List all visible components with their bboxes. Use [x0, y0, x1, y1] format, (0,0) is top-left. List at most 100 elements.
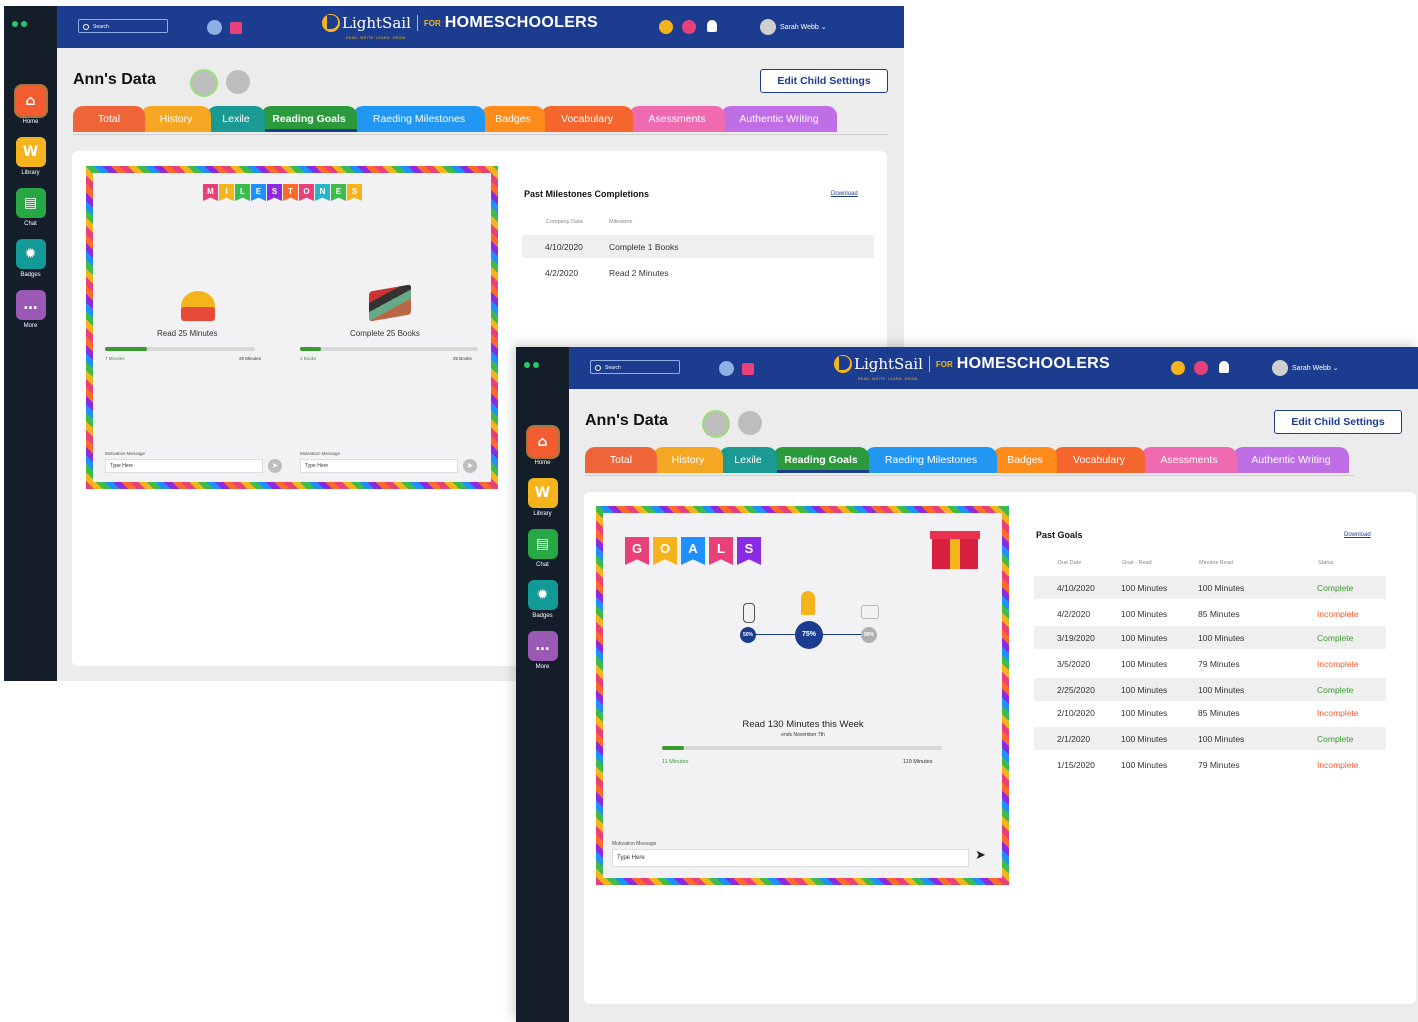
tab-history[interactable]: History: [141, 106, 211, 132]
tab-reading-goals[interactable]: Reading Goals: [261, 106, 357, 132]
sidebar-item-more[interactable]: … More: [4, 290, 57, 329]
edit-child-settings-button[interactable]: Edit Child Settings: [760, 69, 888, 93]
sidebar-item-home[interactable]: ⌂ Home: [4, 86, 57, 125]
tab-raeding-milestones[interactable]: Raeding Milestones: [865, 447, 997, 473]
tab-bar: Total History Lexile Reading Goals Raeding M…: [585, 447, 1349, 475]
download-link[interactable]: Download: [831, 191, 858, 197]
tab-badges[interactable]: Badges: [481, 106, 545, 132]
bell-icon[interactable]: [707, 20, 717, 32]
sidebar-item-chat[interactable]: ▤ Chat: [516, 529, 569, 568]
book-icon[interactable]: [1171, 361, 1185, 375]
search-input[interactable]: Search: [78, 19, 168, 33]
search-input[interactable]: Search: [590, 360, 680, 374]
sidebar-item-badges[interactable]: ✹ Badges: [4, 239, 57, 278]
tab-vocabulary[interactable]: Vocabulary: [1053, 447, 1145, 473]
child-avatar[interactable]: [738, 411, 762, 435]
tab-lexile[interactable]: Lexile: [207, 106, 265, 132]
tab-authentic-writing[interactable]: Authentic Writing: [721, 106, 837, 132]
window-dots: [12, 14, 30, 32]
globe-icon[interactable]: [719, 361, 734, 376]
row-date: 4/2/2020: [545, 268, 579, 278]
brand-for: FOR: [935, 359, 953, 369]
badge-icon: ✹: [527, 580, 558, 610]
tab-vocabulary[interactable]: Vocabulary: [541, 106, 633, 132]
goals-banner: GOALS: [625, 537, 765, 565]
goal-node-75: 75%: [795, 621, 823, 649]
send-icon[interactable]: ➤: [268, 459, 282, 473]
user-menu[interactable]: Sarah Webb ⌄: [1272, 360, 1339, 377]
progress-target: 119 Minutes: [903, 759, 933, 765]
tab-total[interactable]: Total: [73, 106, 145, 132]
tab-asessments[interactable]: Asessments: [629, 106, 725, 132]
row-date: 4/10/2020: [545, 242, 583, 252]
sidebar-item-badges[interactable]: ✹ Badges: [516, 580, 569, 619]
motivation-input[interactable]: Type Here: [300, 459, 458, 473]
row-date: 3/19/2020: [1057, 633, 1095, 643]
flying-icon: [861, 605, 879, 619]
book-icon[interactable]: [659, 20, 673, 34]
row-status: Complete: [1317, 734, 1354, 744]
progress-current: 3 Books: [300, 356, 317, 361]
table-row: 2/1/2020 100 Minutes 100 Minutes Complete: [1034, 727, 1386, 750]
tab-lexile[interactable]: Lexile: [719, 447, 777, 473]
row-milestone: Read 2 Minutes: [609, 268, 669, 278]
tab-reading-goals[interactable]: Reading Goals: [773, 447, 869, 473]
motivation-input[interactable]: Type Here: [105, 459, 263, 473]
tab-asessments[interactable]: Asessments: [1141, 447, 1237, 473]
progress-current: 11 Minutes: [662, 759, 689, 765]
sidebar-item-home[interactable]: ⌂ Home: [516, 427, 569, 466]
row-goal: 100 Minutes: [1121, 633, 1168, 643]
tab-history[interactable]: History: [653, 447, 723, 473]
globe-icon[interactable]: [207, 20, 222, 35]
flag-icon[interactable]: [230, 22, 242, 34]
send-icon[interactable]: ➤: [975, 848, 986, 863]
trophy-icon[interactable]: [1194, 361, 1208, 375]
banner-flag: E: [331, 184, 346, 201]
past-milestones-title: Past Milestones Completions: [524, 189, 650, 199]
user-menu[interactable]: Sarah Webb ⌄: [760, 19, 827, 36]
progress-track: [662, 746, 942, 750]
sidebar-item-library[interactable]: W Library: [4, 137, 57, 176]
motivation-input[interactable]: Type Here: [612, 849, 969, 867]
tab-total[interactable]: Total: [585, 447, 657, 473]
lightsail-logo-icon: [834, 355, 852, 373]
milestone-label: Read 25 Minutes: [157, 329, 218, 338]
sidebar-item-more[interactable]: … More: [516, 631, 569, 670]
column-header: Minutes Read: [1199, 560, 1233, 566]
row-milestone: Complete 1 Books: [609, 242, 679, 252]
sidebar-item-label: Home: [22, 119, 39, 125]
banner-flag: O: [653, 537, 677, 565]
row-status: Complete: [1317, 633, 1354, 643]
tab-authentic-writing[interactable]: Authentic Writing: [1233, 447, 1349, 473]
home-icon: ⌂: [527, 427, 558, 457]
brand-logo: LightSail FOR HOMESCHOOLERS READ. WRITE. L…: [322, 14, 598, 42]
send-icon[interactable]: ➤: [463, 459, 477, 473]
child-avatar-selected[interactable]: [190, 69, 218, 97]
goal-node-90: 90%: [861, 627, 877, 643]
child-avatar[interactable]: [226, 70, 250, 94]
sidebar-item-label: Library: [533, 511, 552, 517]
tab-raeding-milestones[interactable]: Raeding Milestones: [353, 106, 485, 132]
left-sidebar: ⌂ Home W Library ▤ Chat ✹ Badges … More: [516, 347, 569, 1022]
table-row: 4/10/2020 100 Minutes 100 Minutes Complete: [1034, 576, 1386, 599]
tab-badges[interactable]: Badges: [993, 447, 1057, 473]
child-avatar-selected[interactable]: [702, 410, 730, 438]
row-minutes-read: 100 Minutes: [1198, 633, 1245, 643]
edit-child-settings-button[interactable]: Edit Child Settings: [1274, 410, 1402, 434]
row-goal: 100 Minutes: [1121, 734, 1168, 744]
table-row: 4/10/2020 Complete 1 Books: [522, 235, 874, 258]
download-link[interactable]: Download: [1344, 532, 1371, 538]
row-minutes-read: 100 Minutes: [1198, 583, 1245, 593]
sidebar-item-chat[interactable]: ▤ Chat: [4, 188, 57, 227]
window-dots: [524, 355, 542, 373]
trophy-icon[interactable]: [682, 20, 696, 34]
user-name: Sarah Webb ⌄: [780, 23, 827, 31]
progress-target: 25 Books: [453, 356, 472, 361]
flag-icon[interactable]: [742, 363, 754, 375]
boy-icon: [743, 603, 755, 623]
sidebar-item-library[interactable]: W Library: [516, 478, 569, 517]
bell-icon[interactable]: [1219, 361, 1229, 373]
sidebar-item-label: Library: [21, 170, 40, 176]
rocket-icon: [801, 591, 815, 615]
user-name: Sarah Webb ⌄: [1292, 364, 1339, 372]
